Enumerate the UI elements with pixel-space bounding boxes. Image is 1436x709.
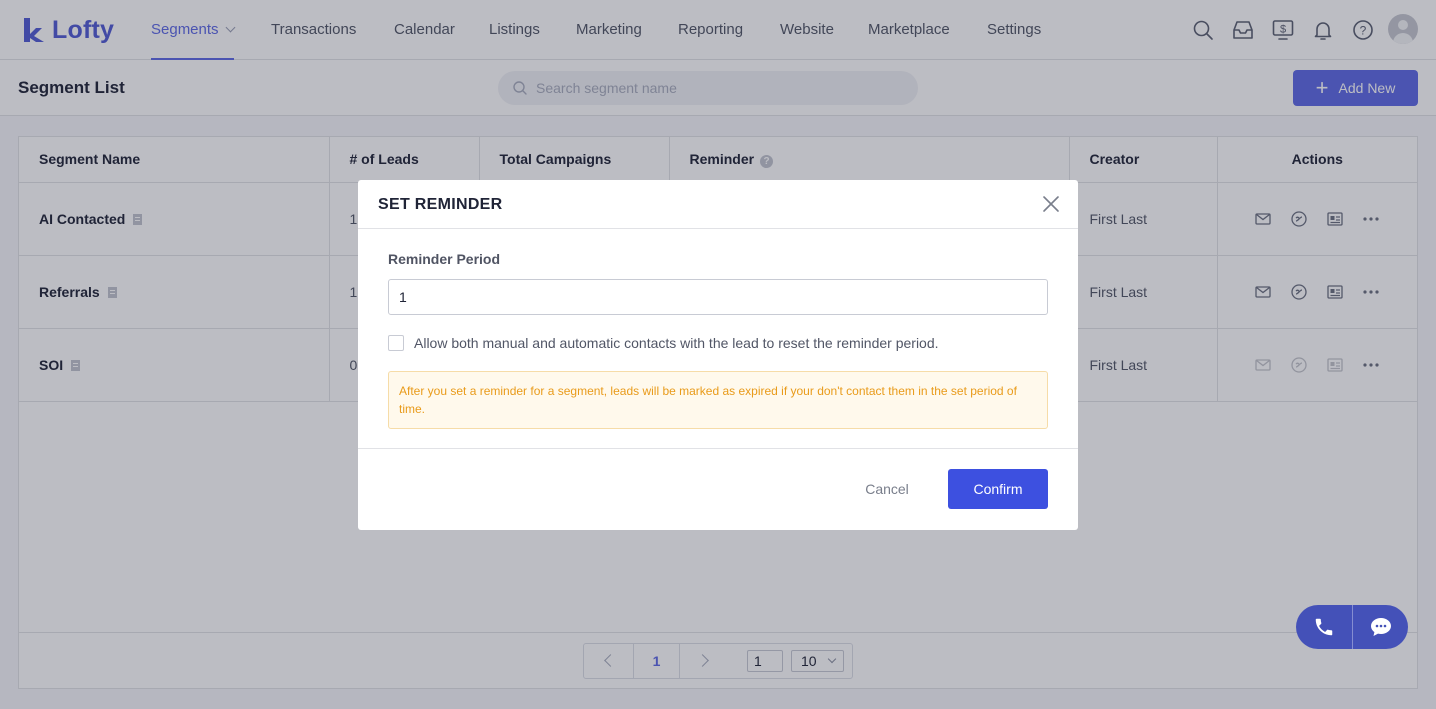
dialog-footer: Cancel Confirm bbox=[358, 449, 1078, 529]
floating-contact-buttons bbox=[1296, 605, 1408, 649]
confirm-button[interactable]: Confirm bbox=[948, 469, 1048, 509]
reminder-period-label: Reminder Period bbox=[388, 251, 501, 267]
reset-reminder-checkbox[interactable] bbox=[388, 335, 404, 351]
dialog-body: Reminder Period Allow both manual and au… bbox=[358, 229, 1078, 449]
reminder-notice: After you set a reminder for a segment, … bbox=[388, 371, 1048, 429]
call-button[interactable] bbox=[1296, 605, 1352, 649]
chat-button[interactable] bbox=[1352, 605, 1408, 649]
set-reminder-dialog: SET REMINDER Reminder Period Allow both … bbox=[358, 180, 1078, 530]
reset-reminder-option[interactable]: Allow both manual and automatic contacts… bbox=[388, 335, 939, 351]
dialog-title: SET REMINDER bbox=[378, 196, 503, 213]
close-icon[interactable] bbox=[1042, 195, 1060, 213]
reminder-period-input[interactable] bbox=[388, 279, 1048, 315]
chat-icon bbox=[1370, 618, 1391, 636]
cancel-button[interactable]: Cancel bbox=[847, 469, 927, 509]
reset-reminder-label[interactable]: Allow both manual and automatic contacts… bbox=[414, 335, 939, 351]
dialog-header: SET REMINDER bbox=[358, 180, 1078, 229]
phone-icon bbox=[1315, 618, 1333, 636]
